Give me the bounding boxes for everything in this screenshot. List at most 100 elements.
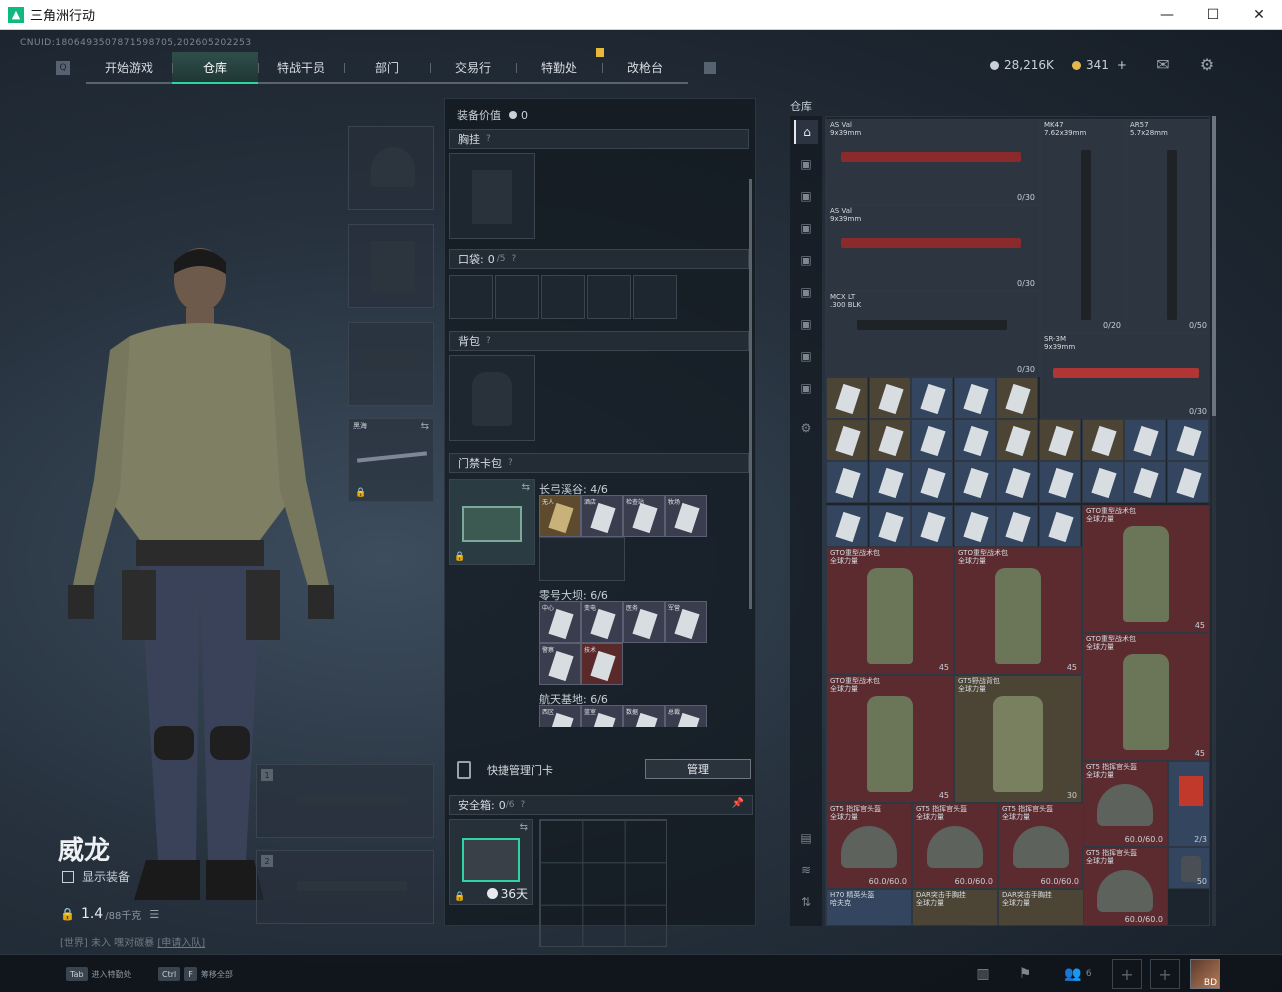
keycard-item[interactable]: [911, 461, 954, 503]
tab-special-ops[interactable]: 特勤处: [516, 52, 602, 82]
keycard-item[interactable]: [1039, 461, 1081, 503]
weapon-item[interactable]: SR-3M 9x39mm 0/30: [1040, 333, 1209, 419]
weapon-item[interactable]: AR57 5.7x28mm 0/50: [1126, 119, 1209, 333]
helmet-slot[interactable]: [348, 126, 434, 210]
nav-next-key-icon[interactable]: [704, 62, 716, 74]
misc-item[interactable]: 2/3: [1168, 761, 1209, 847]
backpack-item[interactable]: GTO重型战术包 全球力量 45: [1082, 505, 1209, 633]
keycard[interactable]: 中心: [539, 601, 581, 643]
keycard-item[interactable]: [1039, 419, 1081, 461]
keycard-item[interactable]: [826, 505, 868, 547]
helmet-item[interactable]: GT5 指挥官头盔 全球力量 60.0/60.0: [1082, 847, 1168, 925]
keycard-item[interactable]: [826, 419, 868, 461]
keycard-item[interactable]: [953, 419, 996, 461]
tab-gunsmith[interactable]: 改枪台: [602, 52, 688, 82]
nav-prev-key-icon[interactable]: Q: [56, 61, 70, 75]
help-icon[interactable]: ?: [511, 254, 516, 264]
backpack-item[interactable]: GTO重型战术包 全球力量 45: [954, 547, 1082, 675]
add-teammate-button[interactable]: +: [1112, 959, 1142, 989]
keycard[interactable]: 总裁: [665, 705, 707, 727]
keycard[interactable]: 无人: [539, 495, 581, 537]
weapon-item[interactable]: AS Val 9x39mm 0/30: [826, 119, 1040, 205]
keycard-item[interactable]: [911, 419, 954, 461]
backpack-item[interactable]: GTO重型战术包 全球力量 45: [1082, 633, 1209, 761]
helmet-item[interactable]: GT5 指挥官头盔 全球力量 60.0/60.0: [912, 803, 998, 889]
pistol-slot[interactable]: [348, 322, 434, 406]
close-button[interactable]: ✕: [1236, 0, 1282, 30]
keycard-item[interactable]: [953, 505, 996, 547]
weapon-item[interactable]: AS Val 9x39mm 0/30: [826, 205, 1040, 291]
stats-icon[interactable]: ▥: [970, 961, 996, 987]
keycard[interactable]: 数据: [623, 705, 665, 727]
hint-enter-special-ops[interactable]: Tab 进入特勤处: [66, 967, 132, 981]
show-equipment-toggle[interactable]: 显示装备: [62, 868, 130, 885]
primary-weapon-slot[interactable]: 1: [256, 764, 434, 838]
weapon-item[interactable]: MK47 7.62x39mm 0/20: [1040, 119, 1126, 333]
helmet-item[interactable]: GT5 指挥官头盔 全球力量 60.0/60.0: [998, 803, 1084, 889]
empty-card-slot[interactable]: [539, 537, 625, 581]
keycard-item[interactable]: [826, 461, 868, 503]
swap-icon[interactable]: ⇆: [522, 482, 530, 493]
keycard-item[interactable]: [996, 461, 1039, 503]
maximize-button[interactable]: ☐: [1190, 0, 1236, 30]
backpack-item[interactable]: GTO重型战术包 全球力量 45: [826, 675, 954, 803]
tab-operators[interactable]: 特战干员: [258, 52, 344, 82]
keycard-bag-slot[interactable]: ⇆ 🔒: [449, 479, 535, 565]
helmet-item[interactable]: GT5 指挥官头盔 全球力量 60.0/60.0: [1082, 761, 1168, 847]
keycard[interactable]: 警察: [539, 643, 581, 685]
warehouse-tab-icon[interactable]: ▣: [794, 312, 818, 336]
help-icon[interactable]: ?: [486, 336, 491, 346]
manage-button[interactable]: 管理: [645, 759, 751, 779]
backpack-slot[interactable]: [449, 355, 535, 441]
warehouse-tab-icon[interactable]: ▣: [794, 280, 818, 304]
add-currency-button[interactable]: +: [1117, 58, 1127, 72]
keycard-item[interactable]: [1124, 419, 1167, 461]
apply-team-link[interactable]: [申请入队]: [157, 938, 205, 949]
list-icon[interactable]: ☰: [149, 908, 159, 921]
misc-item[interactable]: 50: [1168, 847, 1209, 889]
gear-icon[interactable]: ⚙: [1197, 54, 1217, 74]
weapon-item[interactable]: MCX LT .300 BLK 0/30: [826, 291, 1040, 377]
pocket-slot[interactable]: [495, 275, 539, 319]
mail-icon[interactable]: ✉: [1153, 54, 1173, 74]
warehouse-tab-icon[interactable]: ▣: [794, 248, 818, 272]
keycard-item[interactable]: [953, 461, 996, 503]
scrollbar-thumb[interactable]: [1212, 116, 1216, 416]
helmet-item[interactable]: GT5 指挥官头盔 全球力量 60.0/60.0: [826, 803, 912, 889]
keycard[interactable]: 变电: [581, 601, 623, 643]
pin-icon[interactable]: 📌: [732, 798, 744, 809]
keycard[interactable]: 军营: [665, 601, 707, 643]
tab-trade[interactable]: 交易行: [430, 52, 516, 82]
tab-warehouse[interactable]: 仓库: [172, 52, 258, 84]
keycard[interactable]: 牧场: [665, 495, 707, 537]
armor-slot[interactable]: [348, 224, 434, 308]
backpack-item[interactable]: GT5野战背包 全球力量 30: [954, 675, 1082, 803]
helmet-item[interactable]: H70 精英头盔 哈夫克: [826, 889, 912, 925]
keycard-item[interactable]: [996, 505, 1039, 547]
warehouse-tab-icon[interactable]: ▣: [794, 376, 818, 400]
keycard-item[interactable]: [868, 461, 911, 503]
warehouse-tab-icon[interactable]: ▣: [794, 184, 818, 208]
stack-icon[interactable]: ≋: [794, 858, 818, 882]
vest-item[interactable]: DAR突击手胸挂 全球力量: [912, 889, 998, 925]
show-equipment-checkbox[interactable]: [62, 870, 74, 883]
keycard-item[interactable]: [868, 505, 911, 547]
add-teammate-button[interactable]: +: [1150, 959, 1180, 989]
keycard[interactable]: 酒店: [581, 495, 623, 537]
keycard[interactable]: 医务: [623, 601, 665, 643]
swap-icon[interactable]: ⇆: [520, 822, 528, 833]
ticket-balance[interactable]: 341 +: [1072, 58, 1127, 72]
warehouse-tab-icon[interactable]: ▣: [794, 344, 818, 368]
tab-department[interactable]: 部门: [344, 52, 430, 82]
warehouse-info-icon[interactable]: ▤: [794, 826, 818, 850]
keycard-item[interactable]: [1081, 461, 1124, 503]
melee-slot[interactable]: 黑海 ⇆ 🔒: [348, 418, 434, 502]
warehouse-tab-icon[interactable]: ▣: [794, 152, 818, 176]
keycard-item[interactable]: [868, 377, 911, 419]
secondary-weapon-slot[interactable]: 2: [256, 850, 434, 924]
keycard-item[interactable]: [1166, 461, 1209, 503]
avatar[interactable]: BD: [1190, 959, 1220, 989]
keycard-item[interactable]: [911, 505, 954, 547]
keycard[interactable]: 技术: [581, 643, 623, 685]
swap-icon[interactable]: ⇆: [421, 421, 429, 432]
